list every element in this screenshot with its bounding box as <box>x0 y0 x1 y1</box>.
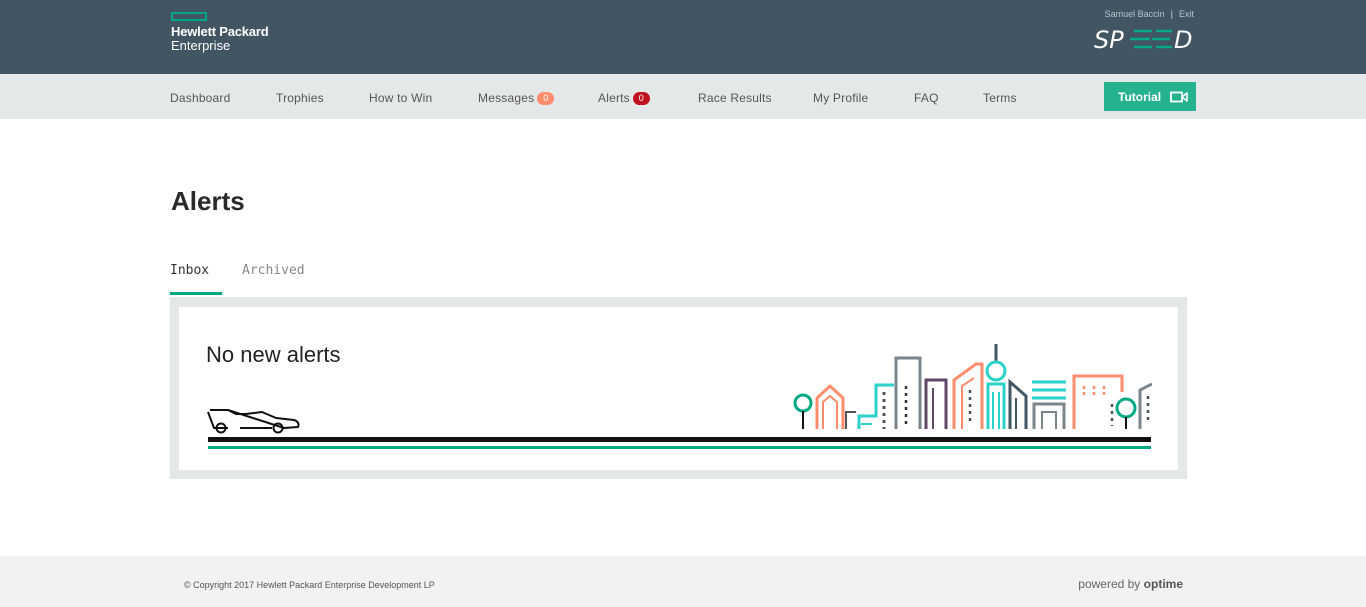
user-name[interactable]: Samuel Baccin <box>1105 9 1165 19</box>
nav-messages[interactable]: Messages 0 <box>478 91 555 105</box>
brand-line-1: Hewlett Packard <box>171 24 269 39</box>
tutorial-label: Tutorial <box>1118 89 1162 104</box>
nav-faq[interactable]: FAQ <box>914 91 939 105</box>
alerts-count-badge: 0 <box>632 92 650 105</box>
hpe-logo[interactable]: Hewlett Packard Enterprise <box>171 12 269 53</box>
user-menu: Samuel Baccin | Exit <box>1105 9 1194 19</box>
alerts-panel: No new alerts <box>170 297 1187 479</box>
tab-archived[interactable]: Archived <box>242 263 305 278</box>
brand-line-2: Enterprise <box>171 38 231 53</box>
alerts-empty-state: No new alerts <box>179 307 1178 470</box>
race-car-icon <box>207 409 300 434</box>
messages-count-badge: 0 <box>537 92 555 105</box>
nav-trophies[interactable]: Trophies <box>276 91 324 105</box>
exit-link[interactable]: Exit <box>1179 9 1194 19</box>
optime-brand: optime <box>1143 577 1183 591</box>
nav-my-profile[interactable]: My Profile <box>813 91 868 105</box>
speed-logo-dashes <box>1130 29 1172 49</box>
road-accent-line <box>208 446 1151 449</box>
nav-how-to-win[interactable]: How to Win <box>369 91 432 105</box>
active-tab-indicator <box>170 292 222 295</box>
tab-inbox[interactable]: Inbox <box>170 263 222 278</box>
race-city-illustration <box>207 344 1152 449</box>
nav-alerts[interactable]: Alerts 0 <box>598 91 650 105</box>
nav-race-results[interactable]: Race Results <box>698 91 772 105</box>
speed-logo[interactable]: SP D <box>1094 26 1198 52</box>
page-title: Alerts <box>171 186 245 216</box>
video-camera-icon <box>1170 91 1188 102</box>
speed-logo-sp: SP <box>1094 26 1124 52</box>
footer: © Copyright 2017 Hewlett Packard Enterpr… <box>0 556 1366 607</box>
hpe-rectangle-mark <box>171 12 207 21</box>
powered-by-logo[interactable]: powered by optime <box>1078 577 1183 591</box>
copyright-text: © Copyright 2017 Hewlett Packard Enterpr… <box>184 580 435 590</box>
empty-alerts-message: No new alerts <box>206 342 341 367</box>
city-skyline <box>793 344 1152 429</box>
powered-by-prefix: powered by <box>1078 577 1141 591</box>
speed-logo-d: D <box>1174 26 1192 52</box>
nav-messages-label: Messages <box>478 91 535 105</box>
nav-alerts-label: Alerts <box>598 91 630 105</box>
nav-dashboard[interactable]: Dashboard <box>170 91 231 105</box>
road-line <box>208 437 1151 442</box>
user-separator: | <box>1170 9 1173 19</box>
main-nav: Dashboard Trophies How to Win Messages 0 … <box>0 74 1366 119</box>
top-header: Hewlett Packard Enterprise Samuel Baccin… <box>0 0 1366 74</box>
nav-terms[interactable]: Terms <box>983 91 1017 105</box>
tutorial-button[interactable]: Tutorial <box>1104 82 1196 111</box>
